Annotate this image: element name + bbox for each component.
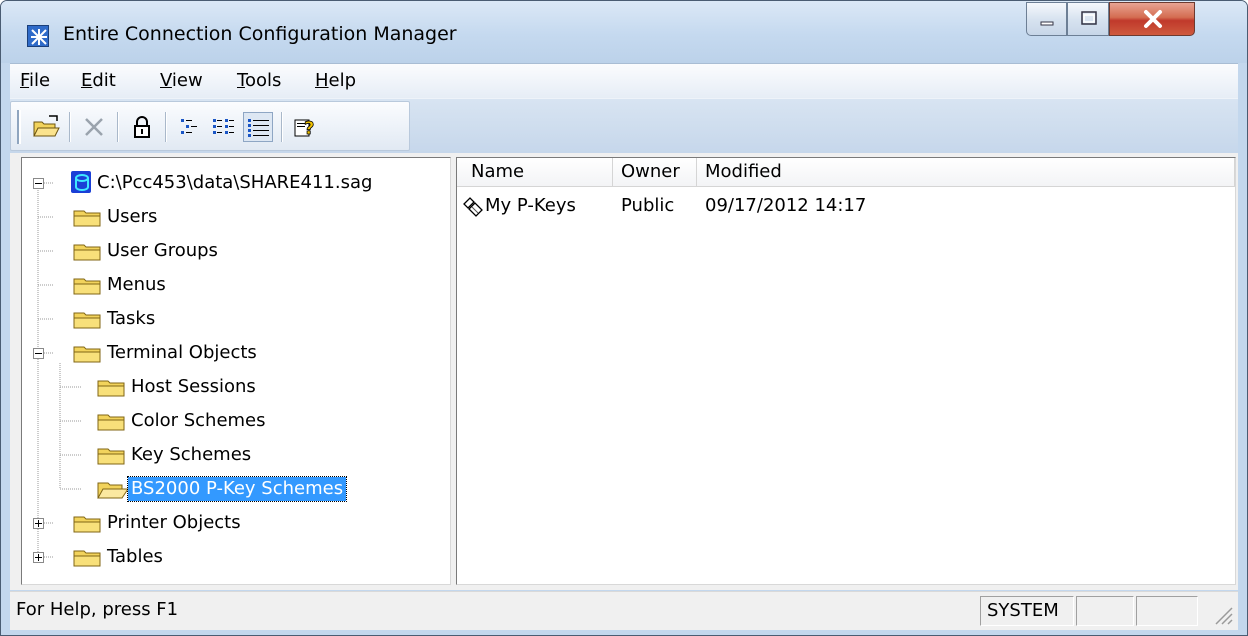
folder-icon [72, 241, 106, 263]
status-panel-empty [1136, 596, 1198, 626]
toolbar-separator [165, 112, 167, 142]
large-icons-view-icon [181, 119, 197, 134]
tree-root-label: C:\Pcc453\data\SHARE411.sag [97, 172, 373, 193]
close-button[interactable] [1109, 2, 1195, 36]
item-modified: 09/17/2012 14:17 [705, 195, 867, 216]
help-button[interactable]: ? [291, 112, 321, 142]
app-window: Entire Connection Configuration Manager … [0, 0, 1248, 636]
menu-edit[interactable]: Edit [81, 70, 116, 91]
tree-node-label: Tables [107, 546, 163, 567]
status-bar: For Help, press F1 SYSTEM [10, 591, 1238, 630]
details-view-icon [248, 119, 269, 137]
menu-help-mnemonic: H [315, 70, 329, 91]
menu-bar: File Edit View Tools Help [10, 63, 1238, 98]
item-name: My P-Keys [485, 195, 576, 216]
folder-icon [72, 547, 106, 569]
list-view-icon [213, 119, 234, 134]
toolbar-strip: ? [10, 101, 410, 151]
database-icon [71, 171, 91, 193]
open-folder-icon [33, 115, 60, 137]
open-folder-icon [96, 479, 130, 501]
tree-node-label: Tasks [107, 308, 156, 329]
details-button[interactable] [243, 112, 273, 142]
tree-node-label: Key Schemes [131, 444, 252, 465]
window-title: Entire Connection Configuration Manager [63, 23, 457, 45]
folder-icon [96, 411, 130, 433]
status-panel-empty [1076, 596, 1134, 626]
menu-view-mnemonic: V [160, 70, 172, 91]
expand-tables-expander[interactable] [33, 552, 44, 563]
menu-file[interactable]: File [20, 70, 50, 91]
toolbar-grip[interactable] [17, 110, 21, 144]
status-help-text: For Help, press F1 [16, 599, 179, 620]
tree-node-label: Color Schemes [131, 410, 266, 431]
toolbar-separator [281, 112, 283, 142]
folder-icon [72, 513, 106, 535]
toolbar-separator [117, 112, 119, 142]
close-icon [1144, 10, 1162, 28]
menu-edit-label: dit [92, 70, 116, 91]
maximize-icon [1081, 11, 1097, 25]
column-header-modified[interactable]: Modified [697, 158, 1235, 186]
large-icons-button[interactable] [175, 112, 205, 142]
expand-printer-objects-expander[interactable] [33, 518, 44, 529]
tree-node-label: Menus [107, 274, 166, 295]
tree-node-label: Users [107, 206, 158, 227]
list-button[interactable] [209, 112, 239, 142]
lock-icon [134, 116, 150, 138]
menu-help-label: elp [328, 70, 357, 91]
status-user-panel: SYSTEM [980, 596, 1074, 626]
help-pointer-icon: ? [294, 118, 315, 139]
menu-file-mnemonic: F [20, 70, 30, 91]
menu-tools[interactable]: Tools [237, 70, 281, 91]
column-header-owner[interactable]: Owner [613, 158, 697, 186]
tree-node-label: User Groups [107, 240, 218, 261]
lock-button[interactable] [127, 112, 157, 142]
item-owner: Public [621, 195, 675, 216]
tree-node-label: Printer Objects [107, 512, 241, 533]
menu-edit-mnemonic: E [81, 70, 93, 91]
title-bar[interactable]: Entire Connection Configuration Manager [1, 1, 1247, 63]
folder-icon [72, 207, 106, 229]
delete-button[interactable] [79, 112, 109, 142]
minimize-icon [1040, 21, 1054, 26]
folder-icon [72, 343, 106, 365]
menu-view-label: iew [171, 70, 203, 91]
folder-icon [72, 309, 106, 331]
list-item[interactable]: My P-Keys Public 09/17/2012 14:17 [457, 192, 1235, 220]
folder-tree[interactable]: C:\Pcc453\data\SHARE411.sag Users User G… [21, 157, 451, 585]
folder-icon [72, 275, 106, 297]
toolbar: ? [10, 98, 1238, 153]
menu-tools-mnemonic: T [237, 70, 245, 91]
svg-text:?: ? [304, 118, 314, 139]
collapse-root-expander[interactable] [33, 178, 44, 189]
column-header-name[interactable]: Name [457, 158, 613, 186]
key-scheme-icon [463, 197, 483, 217]
toolbar-separator [69, 112, 71, 142]
tree-node-label: BS2000 P-Key Schemes [126, 476, 348, 502]
tree-node-label: Terminal Objects [107, 342, 257, 363]
app-icon[interactable] [27, 25, 49, 47]
folder-icon [96, 445, 130, 467]
delete-x-icon [85, 118, 103, 136]
menu-file-label: ile [29, 70, 51, 91]
menu-help[interactable]: Help [315, 70, 356, 91]
resize-grip-icon[interactable] [1210, 602, 1234, 626]
list-header: Name Owner Modified [457, 158, 1235, 187]
menu-view[interactable]: View [160, 70, 203, 91]
minimize-button[interactable] [1026, 2, 1067, 36]
tree-node-label: Host Sessions [131, 376, 256, 397]
menu-tools-label: ools [244, 70, 282, 91]
folder-icon [96, 377, 130, 399]
collapse-terminal-objects-expander[interactable] [33, 348, 44, 359]
open-button[interactable] [31, 112, 61, 142]
details-list[interactable]: Name Owner Modified My P-Keys Public 09/… [456, 157, 1236, 585]
maximize-button[interactable] [1067, 2, 1109, 36]
main-content: C:\Pcc453\data\SHARE411.sag Users User G… [10, 153, 1238, 590]
